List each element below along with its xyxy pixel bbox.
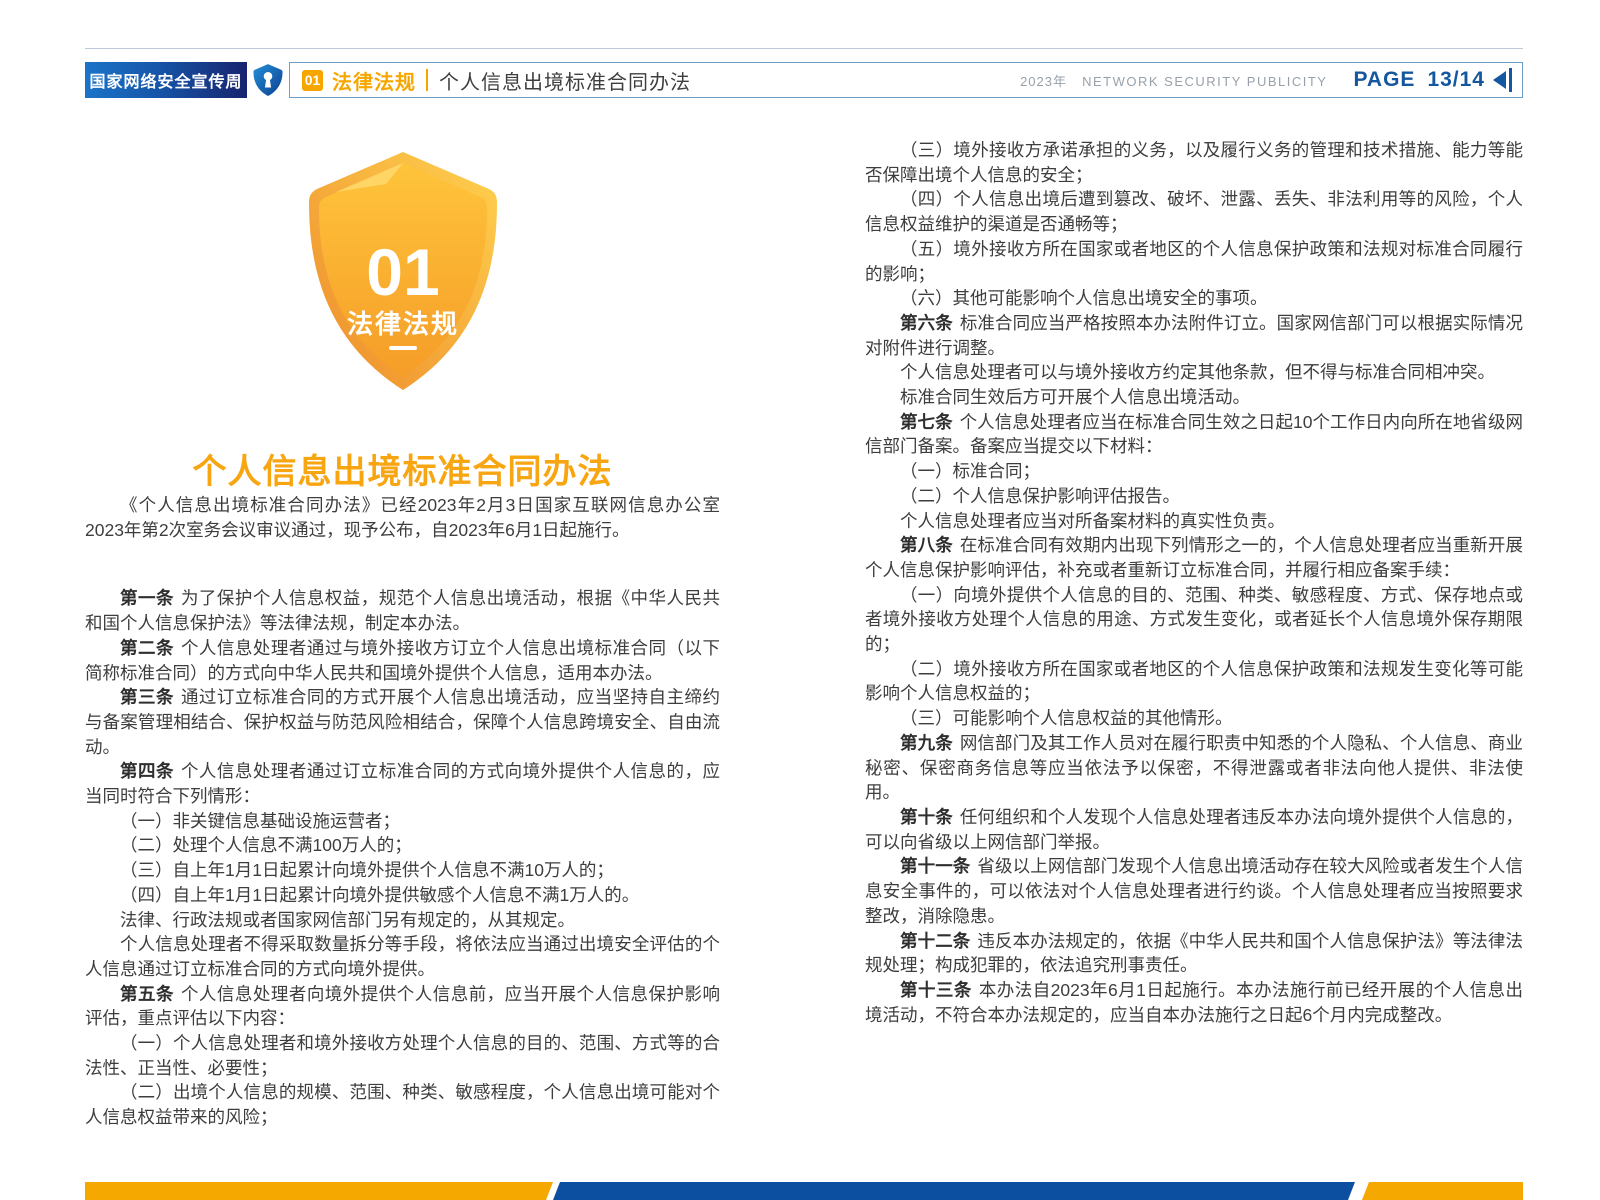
article-number: 第四条 bbox=[120, 761, 181, 781]
article-paragraph: 第十条任何组织和个人发现个人信息处理者违反本办法向境外提供个人信息的，可以向省级… bbox=[865, 805, 1523, 854]
article-number: 第九条 bbox=[900, 733, 960, 753]
article-paragraph: （三）可能影响个人信息权益的其他情形。 bbox=[865, 706, 1523, 731]
article-paragraph: （五）境外接收方所在国家或者地区的个人信息保护政策和法规对标准合同履行的影响； bbox=[865, 237, 1523, 286]
section-label: 法律法规 bbox=[332, 66, 416, 95]
left-column: 01 法律法规 个人信息出境标准合同办法 《个人信息出境标准合同办法》已经202… bbox=[85, 118, 720, 1130]
article-number: 第十二条 bbox=[900, 931, 977, 951]
article-paragraph: 第四条个人信息处理者通过订立标准合同的方式向境外提供个人信息的，应当同时符合下列… bbox=[85, 759, 720, 808]
article-number: 第五条 bbox=[120, 984, 181, 1004]
header-subtitle: 2023年 NETWORK SECURITY PUBLICITY bbox=[1020, 71, 1327, 90]
page-word: PAGE bbox=[1353, 68, 1415, 92]
header-year: 2023年 bbox=[1020, 74, 1067, 89]
brand-label: 国家网络安全宣传周 bbox=[89, 68, 242, 92]
footer-stripe-orange-left bbox=[85, 1182, 553, 1200]
article-paragraph: （二）出境个人信息的规模、范围、种类、敏感程度，个人信息出境可能对个人信息权益带… bbox=[85, 1080, 720, 1129]
article-paragraph: （二）处理个人信息不满100万人的； bbox=[85, 833, 720, 858]
footer-stripe-blue bbox=[553, 1182, 1355, 1200]
article-paragraph: 第十三条本办法自2023年6月1日起施行。本办法施行前已经开展的个人信息出境活动… bbox=[865, 978, 1523, 1027]
article-paragraph: 第一条为了保护个人信息权益，规范个人信息出境活动，根据《中华人民共和国个人信息保… bbox=[85, 586, 720, 635]
header-subtitle-en: NETWORK SECURITY PUBLICITY bbox=[1082, 74, 1327, 89]
gold-shield-badge: 01 法律法规 bbox=[306, 150, 500, 393]
badge-label-text: 法律法规 bbox=[346, 309, 458, 339]
articles-right: （三）境外接收方承诺承担的义务，以及履行义务的管理和技术措施、能力等能否保障出境… bbox=[865, 138, 1523, 1027]
article-paragraph: 个人信息处理者可以与境外接收方约定其他条款，但不得与标准合同相冲突。 bbox=[865, 360, 1523, 385]
article-number: 第一条 bbox=[120, 588, 181, 608]
article-paragraph: 第六条标准合同应当严格按照本办法附件订立。国家网信部门可以根据实际情况对附件进行… bbox=[865, 311, 1523, 360]
article-paragraph: （二）境外接收方所在国家或者地区的个人信息保护政策和法规发生变化等可能影响个人信… bbox=[865, 657, 1523, 706]
shield-keyhole-icon bbox=[253, 63, 283, 97]
section-number-badge: 01 bbox=[302, 70, 323, 91]
badge-number-text: 01 bbox=[366, 235, 439, 309]
article-paragraph: （一）非关键信息基础设施运营者； bbox=[85, 809, 720, 834]
article-number: 第八条 bbox=[900, 535, 960, 555]
page-bar-icon bbox=[1509, 68, 1512, 92]
chapter-badge: 01 法律法规 bbox=[306, 150, 500, 398]
page-number: 13/14 bbox=[1427, 68, 1485, 92]
article-number: 第十三条 bbox=[900, 980, 979, 1000]
article-paragraph: 法律、行政法规或者国家网信部门另有规定的，从其规定。 bbox=[85, 908, 720, 933]
article-number: 第二条 bbox=[120, 638, 181, 658]
article-number: 第十条 bbox=[900, 807, 960, 827]
triangle-left-icon bbox=[1493, 71, 1506, 89]
intro-paragraph: 《个人信息出境标准合同办法》已经2023年2月3日国家互联网信息办公室2023年… bbox=[85, 493, 720, 542]
right-column: （三）境外接收方承诺承担的义务，以及履行义务的管理和技术措施、能力等能否保障出境… bbox=[865, 138, 1523, 1027]
article-number: 第三条 bbox=[120, 687, 181, 707]
header-section-box: 01 法律法规 个人信息出境标准合同办法 2023年 NETWORK SECUR… bbox=[289, 62, 1523, 98]
page-title: 个人信息出境标准合同办法 bbox=[85, 444, 720, 493]
article-paragraph: （一）个人信息处理者和境外接收方处理个人信息的目的、范围、方式等的合法性、正当性… bbox=[85, 1031, 720, 1080]
article-paragraph: （二）个人信息保护影响评估报告。 bbox=[865, 484, 1523, 509]
security-shield-icon bbox=[247, 62, 289, 98]
article-paragraph: 个人信息处理者不得采取数量拆分等手段，将依法应当通过出境安全评估的个人信息通过订… bbox=[85, 932, 720, 981]
article-number: 第十一条 bbox=[900, 856, 977, 876]
article-paragraph: 第七条个人信息处理者应当在标准合同生效之日起10个工作日内向所在地省级网信部门备… bbox=[865, 410, 1523, 459]
articles-left: 第一条为了保护个人信息权益，规范个人信息出境活动，根据《中华人民共和国个人信息保… bbox=[85, 586, 720, 1129]
page-header: 国家网络安全宣传周 01 法律法规 个人信息出境标准合同办法 2023年 bbox=[85, 62, 1523, 98]
article-paragraph: （六）其他可能影响个人信息出境安全的事项。 bbox=[865, 286, 1523, 311]
article-paragraph: 个人信息处理者应当对所备案材料的真实性负责。 bbox=[865, 509, 1523, 534]
article-number: 第七条 bbox=[900, 412, 960, 432]
header-top-rule bbox=[85, 48, 1523, 49]
article-paragraph: （三）境外接收方承诺承担的义务，以及履行义务的管理和技术措施、能力等能否保障出境… bbox=[865, 138, 1523, 187]
article-paragraph: 第二条个人信息处理者通过与境外接收方订立个人信息出境标准合同（以下简称标准合同）… bbox=[85, 636, 720, 685]
article-paragraph: 第八条在标准合同有效期内出现下列情形之一的，个人信息处理者应当重新开展个人信息保… bbox=[865, 533, 1523, 582]
article-paragraph: 第三条通过订立标准合同的方式开展个人信息出境活动，应当坚持自主缔约与备案管理相结… bbox=[85, 685, 720, 759]
article-paragraph: 第五条个人信息处理者向境外提供个人信息前，应当开展个人信息保护影响评估，重点评估… bbox=[85, 982, 720, 1031]
article-paragraph: 第十一条省级以上网信部门发现个人信息出境活动存在较大风险或者发生个人信息安全事件… bbox=[865, 854, 1523, 928]
article-paragraph: （一）标准合同； bbox=[865, 459, 1523, 484]
document-page: 国家网络安全宣传周 01 法律法规 个人信息出境标准合同办法 2023年 bbox=[0, 0, 1600, 1200]
article-paragraph: （四）自上年1月1日起累计向境外提供敏感个人信息不满1万人的。 bbox=[85, 883, 720, 908]
article-paragraph: （四）个人信息出境后遭到篡改、破坏、泄露、丢失、非法利用等的风险，个人信息权益维… bbox=[865, 187, 1523, 236]
header-divider bbox=[426, 69, 428, 91]
page-nav-icon[interactable] bbox=[1493, 68, 1512, 92]
footer-stripe-orange-right bbox=[1362, 1182, 1523, 1200]
article-paragraph: （一）向境外提供个人信息的目的、范围、种类、敏感程度、方式、保存地点或者境外接收… bbox=[865, 583, 1523, 657]
article-number: 第六条 bbox=[900, 313, 960, 333]
article-paragraph: 标准合同生效后方可开展个人信息出境活动。 bbox=[865, 385, 1523, 410]
brand-banner: 国家网络安全宣传周 bbox=[85, 62, 247, 98]
article-paragraph: 第九条网信部门及其工作人员对在履行职责中知悉的个人隐私、个人信息、商业秘密、保密… bbox=[865, 731, 1523, 805]
article-paragraph: （三）自上年1月1日起累计向境外提供个人信息不满10万人的； bbox=[85, 858, 720, 883]
article-paragraph: 第十二条违反本办法规定的，依据《中华人民共和国个人信息保护法》等法律法规处理；构… bbox=[865, 929, 1523, 978]
header-doc-title: 个人信息出境标准合同办法 bbox=[439, 66, 691, 95]
badge-dash bbox=[389, 346, 417, 350]
page-indicator: PAGE 13/14 bbox=[1353, 68, 1512, 92]
